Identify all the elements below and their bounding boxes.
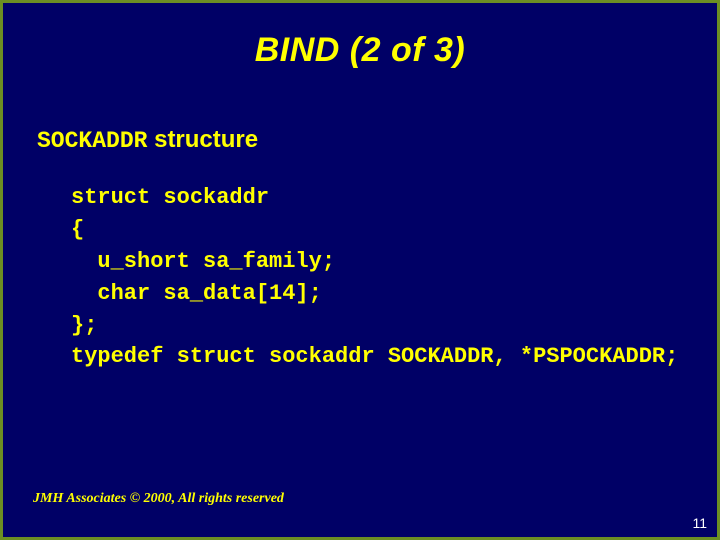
code-block: struct sockaddr { u_short sa_family; cha…	[71, 182, 717, 373]
subtitle-keyword: SOCKADDR	[37, 128, 147, 154]
page-number: 11	[692, 515, 707, 531]
subtitle: SOCKADDR structure	[37, 126, 717, 154]
slide-title: BIND (2 of 3)	[3, 31, 717, 70]
footer-copyright: JMH Associates © 2000, All rights reserv…	[33, 491, 284, 507]
slide: BIND (2 of 3) SOCKADDR structure struct …	[0, 0, 720, 540]
subtitle-text: structure	[147, 126, 258, 153]
